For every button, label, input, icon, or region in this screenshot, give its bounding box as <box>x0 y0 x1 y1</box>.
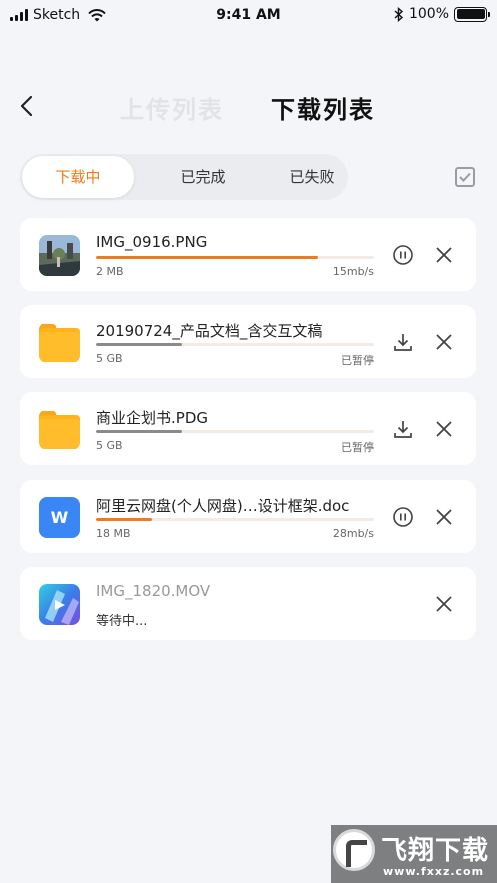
pause-icon[interactable] <box>392 506 414 528</box>
tab-download-list[interactable]: 下载列表 <box>271 90 375 125</box>
file-name: IMG_0916.PNG <box>96 233 208 251</box>
download-speed: 15mb/s <box>332 265 374 278</box>
waiting-status: 等待中... <box>96 614 148 629</box>
watermark-title: 飞翔下载 <box>381 836 490 866</box>
download-status: 已暂停 <box>341 354 374 367</box>
close-icon[interactable] <box>434 594 454 614</box>
progress-bar <box>96 343 374 346</box>
download-icon[interactable] <box>392 418 414 440</box>
download-item-img-0916[interactable]: IMG_0916.PNG 2 MB 15mb/s <box>20 218 476 291</box>
file-name: IMG_1820.MOV <box>96 582 211 600</box>
tab-upload-list[interactable]: 上传列表 <box>120 90 224 125</box>
segment-downloading[interactable]: 下载中 <box>22 156 134 198</box>
battery-icon <box>454 6 490 22</box>
file-name: 阿里云网盘(个人网盘)…设计框架.doc <box>96 497 350 515</box>
download-item-business-plan[interactable]: 商业企划书.PDG 5 GB 已暂停 <box>20 392 476 465</box>
select-all-checkbox-icon[interactable] <box>455 167 475 187</box>
back-arrow-icon[interactable] <box>16 94 40 118</box>
file-size: 5 GB <box>96 352 123 365</box>
watermark: 飞翔下载 www.fxxz.com <box>331 825 497 883</box>
progress-bar <box>96 518 374 521</box>
bluetooth-icon <box>394 6 404 22</box>
file-size: 18 MB <box>96 527 131 540</box>
file-size: 5 GB <box>96 439 123 452</box>
segment-completed[interactable]: 已完成 <box>148 154 258 200</box>
progress-bar <box>96 256 374 259</box>
status-bar: Sketch 9:41 AM 100% <box>0 0 497 32</box>
download-item-product-doc[interactable]: 20190724_产品文档_含交互文稿 5 GB 已暂停 <box>20 305 476 378</box>
image-thumbnail-icon <box>39 235 80 276</box>
word-doc-icon: W <box>39 497 80 538</box>
file-name: 20190724_产品文档_含交互文稿 <box>96 322 323 340</box>
download-item-aliyun-doc[interactable]: W 阿里云网盘(个人网盘)…设计框架.doc 18 MB 28mb/s <box>20 480 476 553</box>
watermark-logo-icon <box>333 829 375 871</box>
close-icon[interactable] <box>434 332 454 352</box>
file-size: 2 MB <box>96 265 124 278</box>
battery-percent: 100% <box>408 6 449 22</box>
folder-icon <box>39 409 80 450</box>
pause-icon[interactable] <box>392 244 414 266</box>
progress-bar <box>96 430 374 433</box>
download-icon[interactable] <box>392 331 414 353</box>
download-status: 已暂停 <box>341 441 374 454</box>
watermark-url: www.fxxz.com <box>383 865 485 878</box>
file-name: 商业企划书.PDG <box>96 409 208 427</box>
video-thumbnail-icon <box>39 584 80 625</box>
download-item-img-1820[interactable]: IMG_1820.MOV 等待中... <box>20 567 476 640</box>
folder-icon <box>39 322 80 363</box>
segment-failed[interactable]: 已失败 <box>257 154 367 200</box>
close-icon[interactable] <box>434 245 454 265</box>
close-icon[interactable] <box>434 419 454 439</box>
status-filter-segment: 下载中 已完成 已失败 <box>20 154 348 200</box>
download-speed: 28mb/s <box>332 527 374 540</box>
close-icon[interactable] <box>434 507 454 527</box>
